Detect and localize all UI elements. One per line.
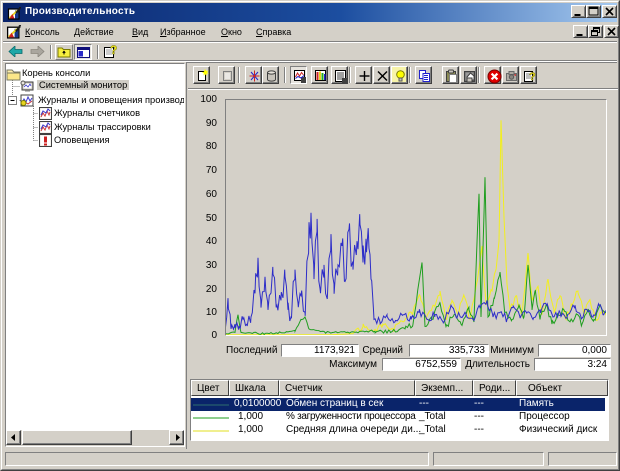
svg-text:?: ? [529, 71, 536, 83]
svg-text:?: ? [110, 44, 117, 57]
